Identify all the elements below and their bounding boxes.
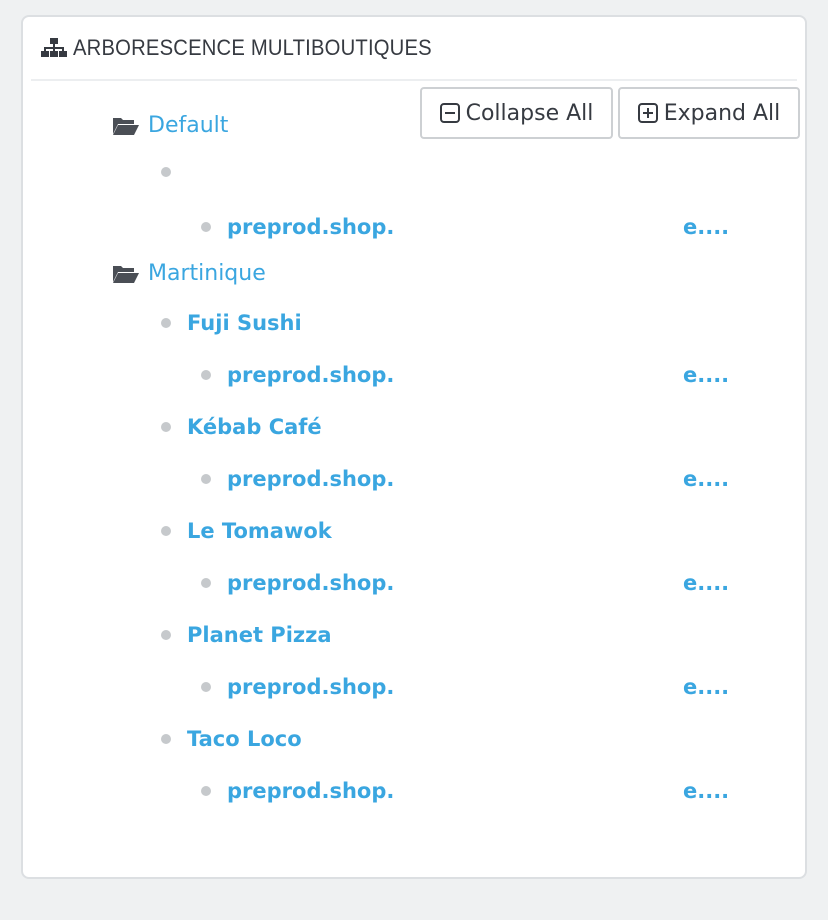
- tree-shop[interactable]: Fuji Sushi: [161, 311, 302, 335]
- tree-url-item[interactable]: preprod.shop. e....: [201, 675, 801, 699]
- url-start: preprod.shop.: [227, 215, 395, 239]
- bullet: [201, 682, 211, 692]
- multistore-tree-panel: ARBORESCENCE MULTIBOUTIQUES Collapse All…: [21, 15, 807, 879]
- tree-url-item[interactable]: preprod.shop. e....: [201, 363, 801, 387]
- url-end: e....: [683, 467, 730, 491]
- bullet: [201, 222, 211, 232]
- tree-url-item[interactable]: preprod.shop. e....: [201, 779, 801, 803]
- expand-all-label: Expand All: [663, 100, 781, 126]
- expand-all-button[interactable]: Expand All: [618, 87, 800, 139]
- url-start: preprod.shop.: [227, 675, 395, 699]
- shop-label: Kébab Café: [187, 415, 322, 439]
- sitemap-icon: [41, 37, 67, 59]
- bullet: [161, 734, 171, 744]
- panel-header: ARBORESCENCE MULTIBOUTIQUES: [31, 17, 797, 81]
- bullet: [161, 630, 171, 640]
- tree-group-default[interactable]: Default: [112, 113, 228, 138]
- tree-group-martinique[interactable]: Martinique: [112, 261, 266, 286]
- bullet: [161, 526, 171, 536]
- tree-url-item[interactable]: preprod.shop. e....: [201, 215, 801, 239]
- plus-square-icon: [637, 103, 658, 123]
- tree-shop[interactable]: Kébab Café: [161, 415, 322, 439]
- url-end: e....: [683, 215, 730, 239]
- shop-label: Planet Pizza: [187, 623, 332, 647]
- url-start: preprod.shop.: [227, 467, 395, 491]
- tree-url-item[interactable]: preprod.shop. e....: [201, 571, 801, 595]
- tree-shop[interactable]: Taco Loco: [161, 727, 302, 751]
- collapse-all-label: Collapse All: [465, 100, 594, 126]
- bullet: [201, 578, 211, 588]
- collapse-all-button[interactable]: Collapse All: [420, 87, 613, 139]
- bullet: [201, 370, 211, 380]
- minus-square-icon: [439, 103, 460, 123]
- group-label: Martinique: [148, 261, 266, 286]
- url-start: preprod.shop.: [227, 779, 395, 803]
- tree-shop[interactable]: Le Tomawok: [161, 519, 332, 543]
- url-end: e....: [683, 363, 730, 387]
- url-end: e....: [683, 675, 730, 699]
- bullet: [201, 786, 211, 796]
- panel-title: ARBORESCENCE MULTIBOUTIQUES: [73, 35, 432, 60]
- bullet: [161, 318, 171, 328]
- bullet: [161, 422, 171, 432]
- folder-open-icon: [112, 263, 140, 285]
- shop-label: Taco Loco: [187, 727, 302, 751]
- url-start: preprod.shop.: [227, 571, 395, 595]
- group-label: Default: [148, 113, 229, 138]
- folder-open-icon: [112, 115, 140, 137]
- url-start: preprod.shop.: [227, 363, 395, 387]
- shop-label: Le Tomawok: [187, 519, 332, 543]
- tree-url-item[interactable]: preprod.shop. e....: [201, 467, 801, 491]
- tree-shop[interactable]: Planet Pizza: [161, 623, 332, 647]
- bullet: [201, 474, 211, 484]
- tree-shop-empty[interactable]: [161, 167, 187, 177]
- shop-label: Fuji Sushi: [187, 311, 302, 335]
- url-end: e....: [683, 571, 730, 595]
- bullet: [161, 167, 171, 177]
- url-end: e....: [683, 779, 730, 803]
